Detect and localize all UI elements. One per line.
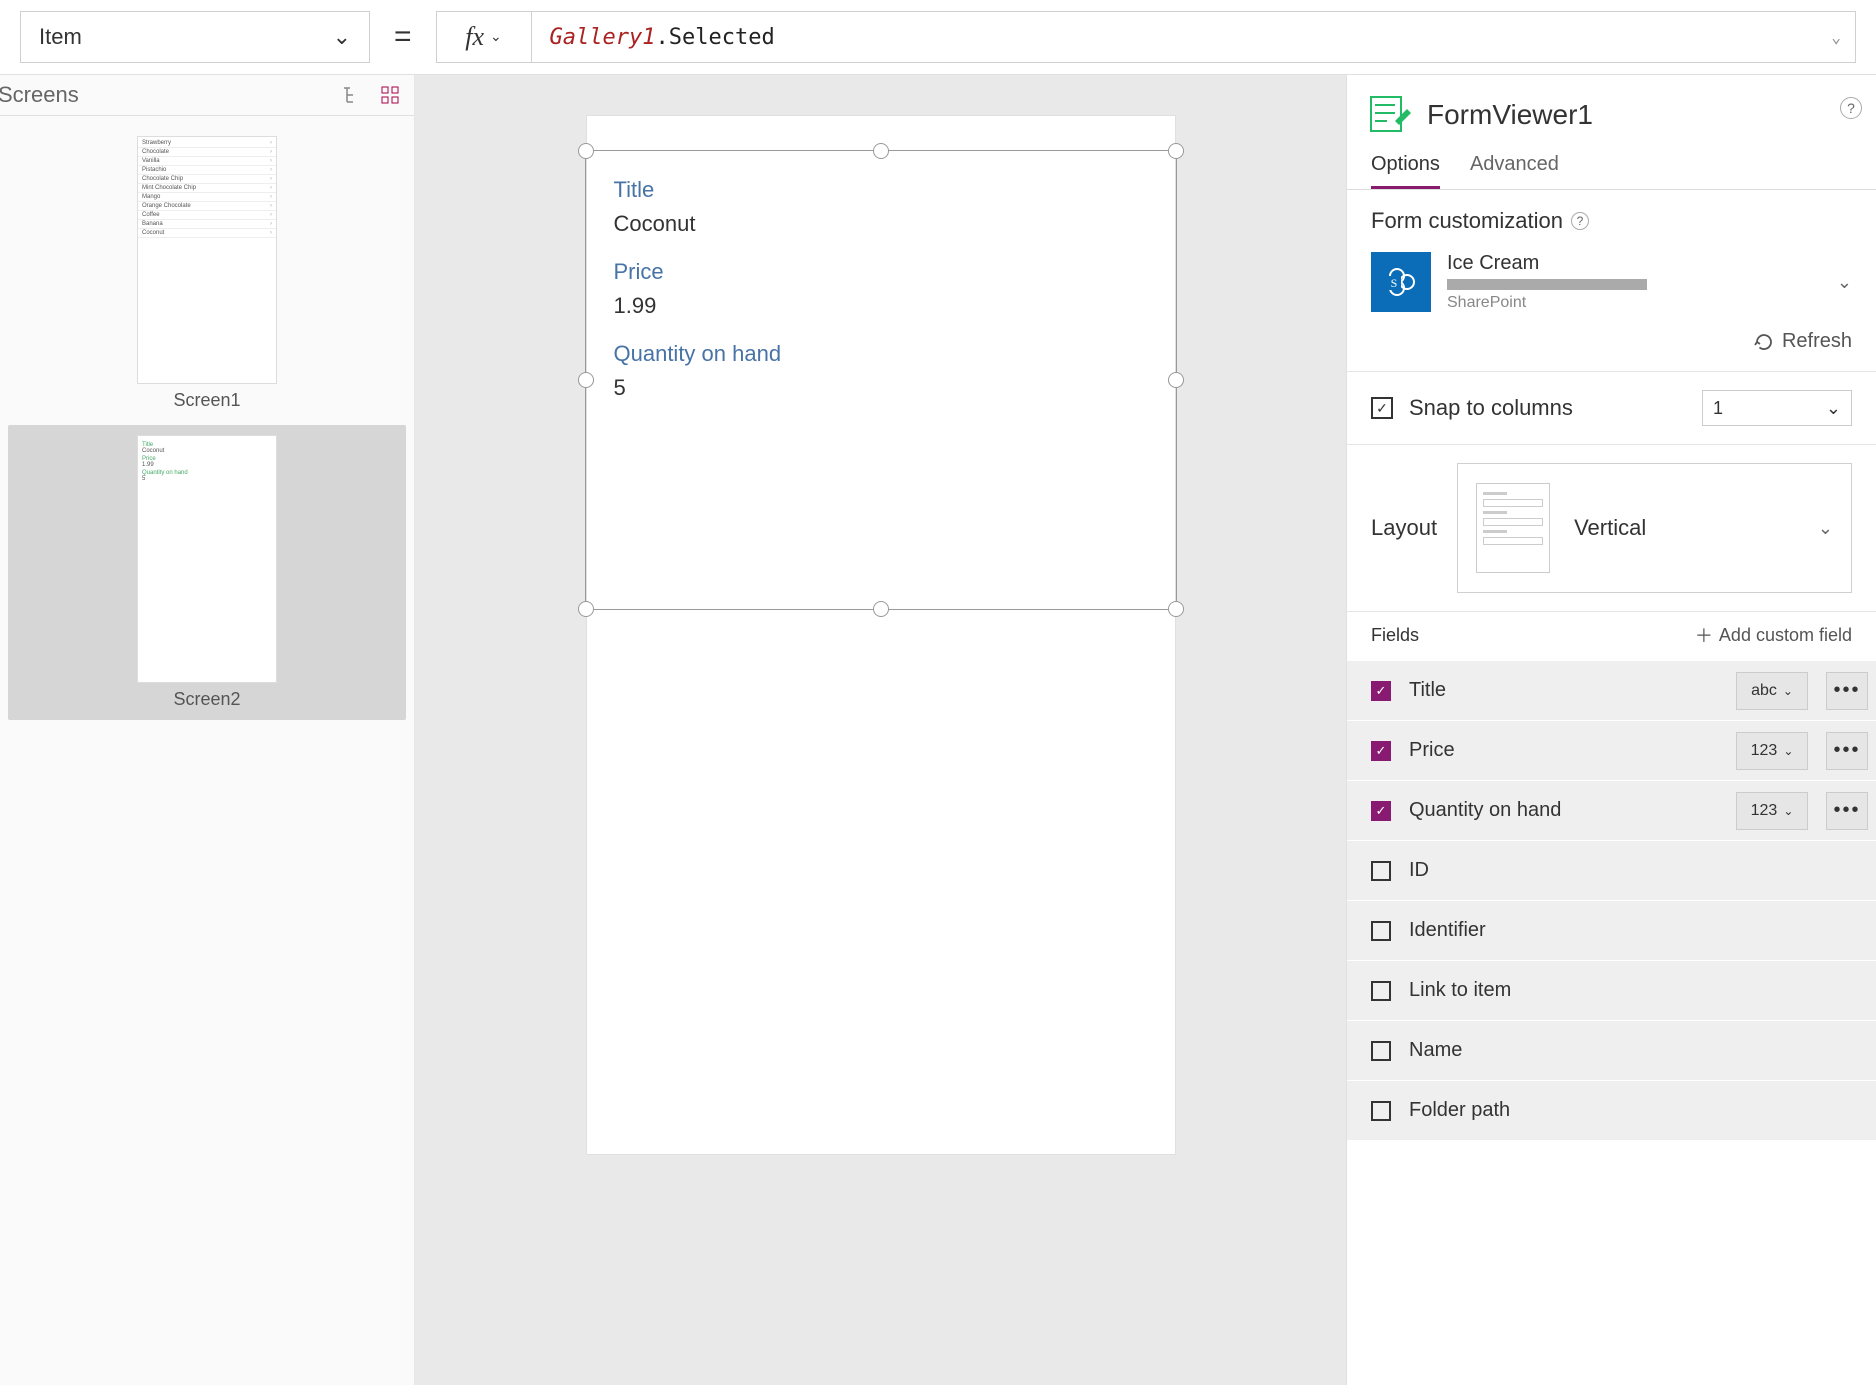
chevron-down-icon: ⌄ [490, 29, 502, 46]
field-checkbox[interactable] [1371, 921, 1391, 941]
equals-icon: = [394, 20, 412, 54]
field-name-label: Link to item [1409, 979, 1868, 1002]
property-selector[interactable]: Item ⌄ [20, 11, 370, 63]
add-custom-field-label: Add custom field [1719, 625, 1852, 646]
chevron-down-icon[interactable]: ⌄ [1837, 272, 1852, 293]
form-field-value: Coconut [614, 211, 1148, 237]
field-row[interactable]: ID [1347, 840, 1876, 900]
refresh-icon [1754, 332, 1774, 352]
field-checkbox[interactable]: ✓ [1371, 801, 1391, 821]
field-type-select[interactable]: abc⌄ [1736, 672, 1808, 710]
field-row[interactable]: Name [1347, 1020, 1876, 1080]
thumbnail-label: Screen2 [18, 689, 396, 710]
chevron-down-icon: ⌄ [333, 24, 351, 50]
form-field-value: 5 [614, 375, 1148, 401]
form-field-label: Price [614, 259, 1148, 285]
field-name-label: Name [1409, 1039, 1868, 1062]
formula-input[interactable]: Gallery1.Selected ⌄ [531, 11, 1856, 63]
help-icon[interactable]: ? [1840, 97, 1862, 119]
chevron-down-icon: ⌄ [1818, 518, 1833, 539]
resize-handle[interactable] [1168, 601, 1184, 617]
columns-select[interactable]: 1 ⌄ [1702, 390, 1852, 426]
resize-handle[interactable] [578, 601, 594, 617]
layout-label: Layout [1371, 515, 1437, 541]
resize-handle[interactable] [873, 143, 889, 159]
data-source-type: SharePoint [1447, 294, 1821, 312]
property-selector-value: Item [39, 24, 82, 50]
chevron-down-icon: ⌄ [1826, 398, 1841, 419]
app-preview[interactable]: Title Coconut Price 1.99 Quantity on hand 5 [586, 115, 1176, 1155]
formula-bar: Item ⌄ = fx ⌄ Gallery1.Selected ⌄ [0, 0, 1876, 75]
field-checkbox[interactable] [1371, 1101, 1391, 1121]
data-source-name: Ice Cream [1447, 252, 1821, 275]
field-name-label: Identifier [1409, 919, 1868, 942]
resize-handle[interactable] [873, 601, 889, 617]
field-row[interactable]: Folder path [1347, 1080, 1876, 1140]
columns-value: 1 [1713, 398, 1723, 419]
formula-token-property: .Selected [656, 25, 775, 50]
layout-value: Vertical [1574, 515, 1794, 541]
field-type-select[interactable]: 123⌄ [1736, 792, 1808, 830]
svg-text:S: S [1391, 276, 1398, 290]
field-row[interactable]: ✓ Title abc⌄ ••• [1347, 660, 1876, 720]
plus-icon: ＋ [1695, 622, 1713, 648]
resize-handle[interactable] [1168, 372, 1184, 388]
field-row[interactable]: ✓ Quantity on hand 123⌄ ••• [1347, 780, 1876, 840]
thumbnail-view-icon[interactable] [376, 81, 404, 109]
screens-panel-title: Screens [0, 82, 328, 108]
thumbnail-label: Screen1 [8, 390, 406, 411]
data-source-owner-redacted [1447, 279, 1647, 290]
form-field-value: 1.99 [614, 293, 1148, 319]
layout-preview-icon [1476, 483, 1550, 573]
fields-label: Fields [1371, 625, 1419, 646]
snap-to-columns-checkbox[interactable]: ✓ [1371, 397, 1393, 419]
field-row[interactable]: ✓ Price 123⌄ ••• [1347, 720, 1876, 780]
selected-control-name: FormViewer1 [1427, 99, 1593, 131]
form-selection[interactable]: Title Coconut Price 1.99 Quantity on hand 5 [585, 150, 1177, 610]
field-name-label: ID [1409, 859, 1868, 882]
field-name-label: Quantity on hand [1409, 799, 1718, 822]
refresh-label: Refresh [1782, 330, 1852, 353]
form-field-label: Title [614, 177, 1148, 203]
layout-select[interactable]: Vertical ⌄ [1457, 463, 1852, 593]
field-checkbox[interactable]: ✓ [1371, 681, 1391, 701]
canvas: Title Coconut Price 1.99 Quantity on hand 5 [415, 75, 1346, 1385]
resize-handle[interactable] [578, 143, 594, 159]
refresh-button[interactable]: Refresh [1371, 330, 1852, 353]
form-icon [1367, 93, 1411, 137]
field-row[interactable]: Link to item [1347, 960, 1876, 1020]
field-checkbox[interactable] [1371, 1041, 1391, 1061]
field-type-select[interactable]: 123⌄ [1736, 732, 1808, 770]
field-checkbox[interactable]: ✓ [1371, 741, 1391, 761]
field-name-label: Title [1409, 679, 1718, 702]
fx-icon: fx [465, 22, 484, 52]
add-custom-field-button[interactable]: ＋ Add custom field [1695, 622, 1852, 648]
field-more-button[interactable]: ••• [1826, 672, 1868, 710]
tree-view-icon[interactable] [338, 81, 366, 109]
tab-options[interactable]: Options [1371, 153, 1440, 189]
field-checkbox[interactable] [1371, 981, 1391, 1001]
info-icon[interactable]: ? [1571, 212, 1589, 230]
screen-thumbnail-1[interactable]: Strawberry›Chocolate›Vanilla›Pistachio›C… [8, 136, 406, 411]
properties-panel: FormViewer1 ? Options Advanced Form cust… [1346, 75, 1876, 1385]
field-checkbox[interactable] [1371, 861, 1391, 881]
form-customization-label: Form customization [1371, 208, 1563, 234]
field-row[interactable]: Identifier [1347, 900, 1876, 960]
screens-panel: Screens Strawberry›Chocolate›Vanilla›Pis… [0, 75, 415, 1385]
screen-thumbnail-2[interactable]: TitleCoconutPrice1.99Quantity on hand5 S… [8, 425, 406, 720]
fx-button[interactable]: fx ⌄ [436, 11, 531, 63]
sharepoint-icon: S [1371, 252, 1431, 312]
field-more-button[interactable]: ••• [1826, 792, 1868, 830]
snap-to-columns-label: Snap to columns [1409, 395, 1573, 421]
data-source-row[interactable]: S Ice Cream SharePoint ⌄ [1371, 252, 1852, 312]
chevron-down-icon[interactable]: ⌄ [1831, 28, 1841, 47]
form-field-label: Quantity on hand [614, 341, 1148, 367]
field-name-label: Folder path [1409, 1099, 1868, 1122]
field-name-label: Price [1409, 739, 1718, 762]
resize-handle[interactable] [578, 372, 594, 388]
tab-advanced[interactable]: Advanced [1470, 153, 1559, 189]
formula-token-identifier: Gallery1 [550, 25, 656, 50]
field-more-button[interactable]: ••• [1826, 732, 1868, 770]
resize-handle[interactable] [1168, 143, 1184, 159]
